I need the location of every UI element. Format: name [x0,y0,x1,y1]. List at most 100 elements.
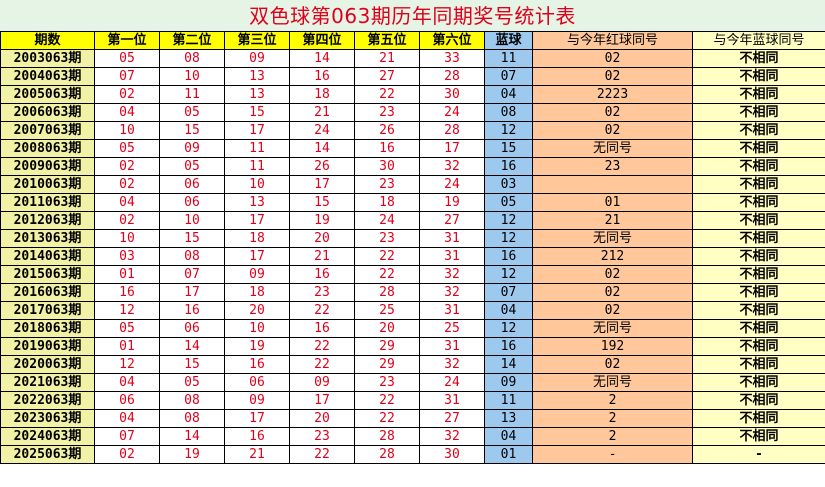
red-number-cell: 18 [289,85,355,104]
period-cell: 2019063期 [0,337,95,356]
table-body: 2003063期 05 08 09 14 21 33 11 02 不相同 2004063期 07 10 1… [0,49,825,464]
red-number-cell: 10 [224,175,290,194]
blue-ball-cell: 15 [484,139,533,158]
period-cell: 2022063期 [0,391,95,410]
red-number-cell: 22 [354,85,420,104]
red-number-cell: 22 [289,445,355,464]
red-number-cell: 02 [94,445,160,464]
red-number-cell: 20 [289,229,355,248]
table-row: 2011063期 04 06 13 15 18 19 05 01 不相同 [0,193,825,212]
red-number-cell: 04 [94,409,160,428]
blue-match-cell: 不相同 [692,193,825,212]
table-row: 2005063期 02 11 13 18 22 30 04 2223 不相同 [0,85,825,104]
red-number-cell: 17 [224,121,290,140]
red-number-cell: 28 [354,427,420,446]
red-number-cell: 02 [94,157,160,176]
red-number-cell: 16 [354,139,420,158]
blue-match-cell: 不相同 [692,247,825,266]
red-number-cell: 15 [159,229,225,248]
red-number-cell: 22 [289,355,355,374]
red-number-cell: 23 [354,229,420,248]
table-row: 2012063期 02 10 17 19 24 27 12 21 不相同 [0,211,825,230]
red-number-cell: 26 [289,157,355,176]
blue-ball-cell: 08 [484,103,533,122]
blue-match-cell: - [692,445,825,464]
red-number-cell: 19 [289,211,355,230]
red-number-cell: 17 [419,139,485,158]
red-number-cell: 32 [419,355,485,374]
red-number-cell: 20 [289,409,355,428]
table-row: 2020063期 12 15 16 22 29 32 14 02 不相同 [0,355,825,374]
blue-ball-cell: 05 [484,193,533,212]
red-number-cell: 02 [94,211,160,230]
red-number-cell: 22 [354,265,420,284]
red-number-cell: 10 [159,211,225,230]
red-number-cell: 05 [159,157,225,176]
blue-match-cell: 不相同 [692,85,825,104]
table-row: 2006063期 04 05 15 21 23 24 08 02 不相同 [0,103,825,122]
blue-ball-cell: 12 [484,121,533,140]
blue-ball-cell: 04 [484,301,533,320]
red-number-cell: 14 [159,337,225,356]
red-match-cell: 02 [532,49,693,68]
red-number-cell: 24 [289,121,355,140]
red-number-cell: 21 [289,103,355,122]
blue-match-cell: 不相同 [692,265,825,284]
red-number-cell: 14 [289,139,355,158]
red-number-cell: 32 [419,283,485,302]
red-number-cell: 11 [159,85,225,104]
blue-ball-cell: 13 [484,409,533,428]
red-number-cell: 24 [354,211,420,230]
red-number-cell: 24 [419,373,485,392]
history-table: 期数 第一位 第二位 第三位 第四位 第五位 第六位 蓝球 与今年红球同号 与今… [0,31,825,464]
red-number-cell: 22 [289,337,355,356]
blue-ball-cell: 12 [484,229,533,248]
red-match-cell: 02 [532,103,693,122]
blue-ball-cell: 12 [484,265,533,284]
red-number-cell: 30 [354,157,420,176]
red-number-cell: 33 [419,49,485,68]
period-cell: 2013063期 [0,229,95,248]
red-number-cell: 25 [419,319,485,338]
red-number-cell: 29 [354,337,420,356]
red-match-cell: 01 [532,193,693,212]
blue-match-cell: 不相同 [692,355,825,374]
red-number-cell: 28 [419,67,485,86]
table-row: 2019063期 01 14 19 22 29 31 16 192 不相同 [0,337,825,356]
red-number-cell: 06 [159,319,225,338]
red-number-cell: 21 [224,445,290,464]
table-row: 2004063期 07 10 13 16 27 28 07 02 不相同 [0,67,825,86]
red-match-cell: 无同号 [532,139,693,158]
red-number-cell: 31 [419,301,485,320]
red-number-cell: 08 [159,247,225,266]
red-number-cell: 16 [224,355,290,374]
red-number-cell: 07 [94,427,160,446]
red-number-cell: 13 [224,193,290,212]
red-number-cell: 30 [419,85,485,104]
period-cell: 2008063期 [0,139,95,158]
red-number-cell: 24 [419,175,485,194]
blue-ball-cell: 16 [484,157,533,176]
red-number-cell: 09 [224,49,290,68]
period-cell: 2020063期 [0,355,95,374]
red-number-cell: 06 [224,373,290,392]
red-number-cell: 03 [94,247,160,266]
red-number-cell: 07 [159,265,225,284]
red-number-cell: 21 [354,49,420,68]
period-cell: 2010063期 [0,175,95,194]
blue-ball-cell: 01 [484,445,533,464]
red-number-cell: 32 [419,265,485,284]
red-number-cell: 31 [419,391,485,410]
red-number-cell: 15 [159,355,225,374]
period-cell: 2011063期 [0,193,95,212]
red-number-cell: 23 [289,427,355,446]
red-match-cell: 21 [532,211,693,230]
header-pos1: 第一位 [94,31,160,50]
blue-match-cell: 不相同 [692,157,825,176]
red-number-cell: 05 [159,373,225,392]
red-number-cell: 16 [159,301,225,320]
red-number-cell: 31 [419,247,485,266]
table-row: 2023063期 04 08 17 20 22 27 13 2 不相同 [0,409,825,428]
header-blue-match: 与今年蓝球同号 [692,31,825,50]
red-number-cell: 11 [224,139,290,158]
